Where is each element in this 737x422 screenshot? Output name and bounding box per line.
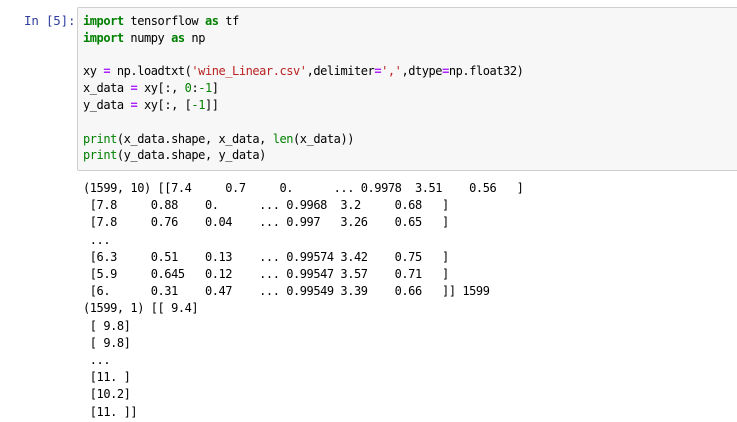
code-token: -1 <box>191 97 205 112</box>
output-line: (1599, 1) [[ 9.4] <box>83 301 199 316</box>
output-line: [6. 0.31 0.47 ... 0.99549 3.39 0.66 ]] 1… <box>83 284 490 299</box>
output-line: [11. ]] <box>83 404 138 419</box>
output-line: [5.9 0.645 0.12 ... 0.99547 3.57 0.71 ] <box>83 267 450 282</box>
output-line: [ 9.8] <box>83 335 131 350</box>
code-token: as <box>171 30 185 45</box>
output-line: ... <box>83 232 111 247</box>
output-line: ... <box>83 353 111 368</box>
code-token: -1 <box>198 81 212 96</box>
code-token: ,delimiter <box>306 64 375 79</box>
output-line: [6.3 0.51 0.13 ... 0.99574 3.42 0.75 ] <box>83 249 450 264</box>
code-token: (y_data.shape, y_data) <box>116 148 266 163</box>
code-token: y_data <box>83 97 131 112</box>
code-token: numpy <box>123 30 172 45</box>
code-token: print <box>83 148 117 163</box>
code-token: len <box>272 131 294 146</box>
code-line: xy = np.loadtxt('wine_Linear.csv',delimi… <box>83 63 524 80</box>
code-token: xy <box>83 64 104 79</box>
output-line: [11. ] <box>83 370 131 385</box>
code-token: np <box>184 30 205 45</box>
code-line: import numpy as np <box>83 30 523 47</box>
code-line: x_data = xy[:, 0:-1] <box>83 80 523 97</box>
code-token: xy[:, [ <box>137 97 192 112</box>
input-prompt: In [5]: <box>24 13 76 28</box>
code-token: tf <box>218 14 239 28</box>
code-token: xy[:, <box>137 81 185 96</box>
code-token: np.loadtxt( <box>110 64 192 79</box>
output-line: [ 9.8] <box>83 318 131 333</box>
output-line: (1599, 10) [[7.4 0.7 0. ... 0.9978 3.51 … <box>83 181 524 195</box>
output-line: [7.8 0.88 0. ... 0.9968 3.2 0.68 ] <box>83 198 450 213</box>
output-line: [7.8 0.76 0.04 ... 0.997 3.26 0.65 ] <box>83 215 450 230</box>
notebook-code-cell[interactable]: In [5]: import tensorflow as tf import nu… <box>0 0 737 422</box>
code-token: ,dtype <box>401 64 443 79</box>
code-token: = <box>442 64 449 79</box>
code-editor[interactable]: import tensorflow as tf import numpy as n… <box>83 13 524 164</box>
code-token: ',' <box>381 64 402 79</box>
code-token: print <box>83 131 117 146</box>
code-token: np.float32) <box>448 64 524 79</box>
code-line: print(x_data.shape, x_data, len(x_data)) <box>83 131 523 148</box>
code-line: print(y_data.shape, y_data) <box>83 147 523 164</box>
code-token: as <box>204 14 219 28</box>
output-line: [10.2] <box>83 387 131 402</box>
cell-output: (1599, 10) [[7.4 0.7 0. ... 0.9978 3.51 … <box>83 180 524 421</box>
code-token: import <box>83 14 124 28</box>
code-token: 'wine_Linear.csv' <box>191 64 307 79</box>
code-token: ] <box>211 81 219 96</box>
code-token: tensorflow <box>123 14 205 28</box>
code-token: (x_data)) <box>293 131 355 146</box>
code-token: ]] <box>204 97 219 112</box>
code-token: x_data <box>83 81 131 96</box>
code-line: import tensorflow as tf <box>83 13 523 30</box>
code-line: y_data = xy[:, [-1]] <box>83 97 523 114</box>
code-token: import <box>83 30 124 45</box>
code-token: (x_data.shape, x_data, <box>116 131 273 146</box>
